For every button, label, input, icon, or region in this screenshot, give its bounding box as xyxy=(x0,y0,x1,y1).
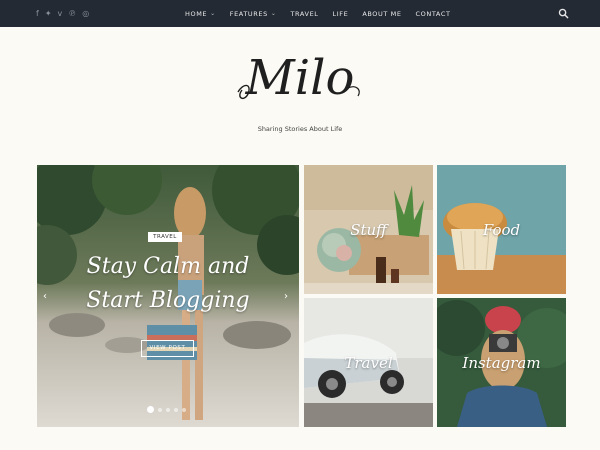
vimeo-icon[interactable]: v xyxy=(58,0,63,27)
nav-item-home[interactable]: HOME ⌄ xyxy=(185,10,216,18)
chevron-left-icon[interactable]: ‹ xyxy=(43,291,47,302)
main-nav: HOME ⌄ FEATURES ⌄ TRAVEL LIFE ABOUT ME C… xyxy=(185,0,465,27)
nav-item-label: LIFE xyxy=(332,9,349,18)
nav-item-label: ABOUT ME xyxy=(362,9,402,18)
category-label: Travel xyxy=(344,354,393,372)
nav-item-travel[interactable]: TRAVEL xyxy=(290,10,318,18)
chevron-down-icon: ⌄ xyxy=(210,10,216,17)
logo-text: Milo xyxy=(245,50,355,106)
chevron-down-icon: ⌄ xyxy=(270,10,277,17)
twitter-icon[interactable]: ✦ xyxy=(45,0,52,27)
slider-dot[interactable] xyxy=(182,407,186,412)
category-tile-food[interactable]: Food xyxy=(437,165,566,294)
logo-mark: Milo xyxy=(237,50,360,106)
social-links: f ✦ v ℗ ◎ xyxy=(36,0,89,27)
view-post-button[interactable]: VIEW POST xyxy=(141,340,194,357)
nav-item-contact[interactable]: CONTACT xyxy=(416,10,451,18)
slide-title-line-2: Start Blogging xyxy=(86,288,250,313)
site-logo[interactable]: Milo xyxy=(0,44,600,122)
category-tile-instagram[interactable]: Instagram xyxy=(437,298,566,427)
search-icon[interactable] xyxy=(558,8,569,19)
category-badge[interactable]: TRAVEL xyxy=(148,232,182,242)
slider-pagination xyxy=(147,406,186,413)
nav-item-label: HOME xyxy=(185,9,208,18)
nav-item-label: FEATURES xyxy=(229,9,268,18)
site-tagline: Sharing Stories About Life xyxy=(257,125,343,133)
nav-item-label: TRAVEL xyxy=(290,9,319,18)
category-tile-travel[interactable]: Travel xyxy=(304,298,433,427)
slider-dot[interactable] xyxy=(174,407,178,412)
category-label: Food xyxy=(482,221,521,239)
nav-item-features[interactable]: FEATURES ⌄ xyxy=(230,10,277,18)
slider-dot[interactable] xyxy=(166,407,170,412)
nav-item-about-me[interactable]: ABOUT ME xyxy=(362,10,401,18)
category-label: Instagram xyxy=(462,354,541,372)
slide-title[interactable]: Stay Calm and Start Blogging xyxy=(37,250,299,318)
category-tile-stuff[interactable]: Stuff xyxy=(304,165,433,294)
facebook-icon[interactable]: f xyxy=(36,0,39,27)
slider-dot-active[interactable] xyxy=(147,406,154,413)
pinterest-icon[interactable]: ℗ xyxy=(68,0,76,27)
nav-item-life[interactable]: LIFE xyxy=(333,10,349,18)
slider-dot[interactable] xyxy=(158,407,162,412)
chevron-right-icon[interactable]: › xyxy=(284,291,288,302)
nav-item-label: CONTACT xyxy=(415,9,451,18)
category-label: Stuff xyxy=(350,221,387,239)
instagram-icon[interactable]: ◎ xyxy=(82,0,89,27)
slide-title-line-1: Stay Calm and xyxy=(86,254,250,279)
top-bar: f ✦ v ℗ ◎ HOME ⌄ FEATURES ⌄ TRAVEL LIFE … xyxy=(0,0,600,27)
